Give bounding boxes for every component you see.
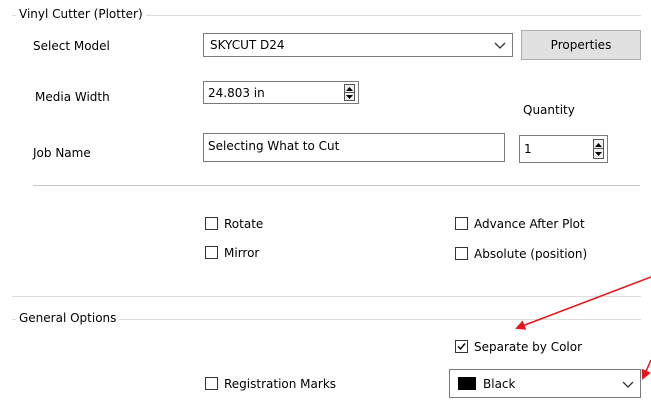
annotation-arrows <box>515 276 651 380</box>
annotation-arrow <box>641 359 651 380</box>
annotation-arrow <box>515 276 651 330</box>
